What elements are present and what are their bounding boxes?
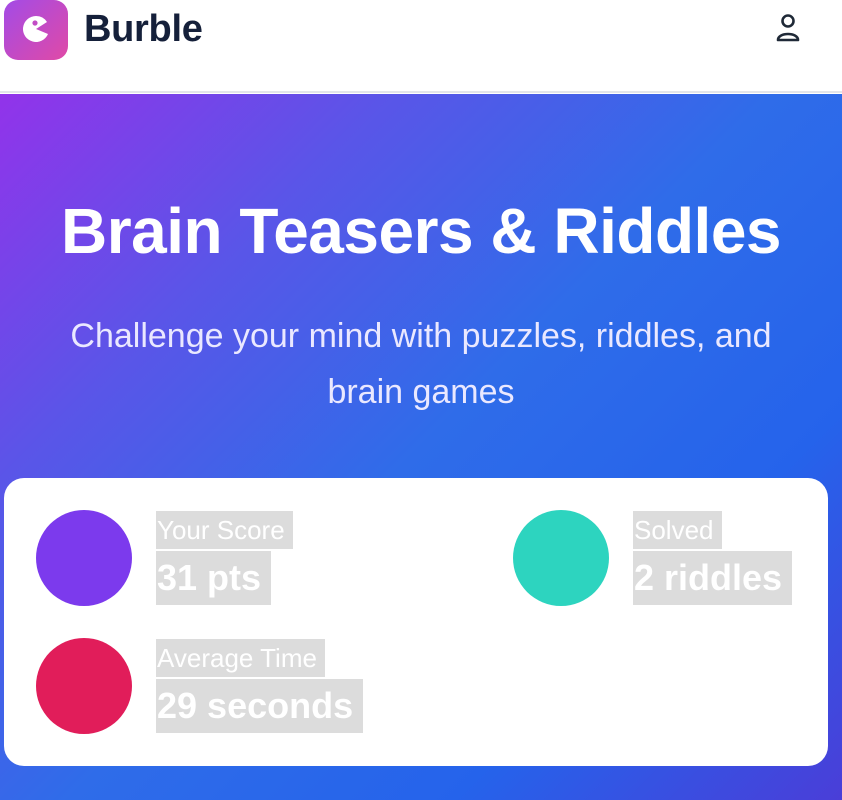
time-indicator-dot: [36, 638, 132, 734]
top-navigation-bar: Burble: [0, 0, 842, 93]
stat-time-value: 29 seconds: [156, 679, 364, 733]
subtitle-line-2: brain games: [327, 373, 515, 411]
user-icon: [776, 14, 800, 42]
stat-solved-value: 2 riddles: [633, 551, 793, 605]
subtitle-line-1: Challenge your mind with puzzles, riddle…: [70, 317, 772, 355]
hero-section: Brain Teasers & Riddles Challenge your m…: [0, 94, 842, 800]
pacman-chat-icon: [23, 15, 48, 43]
user-account-button[interactable]: [770, 10, 806, 46]
stat-solved-label: Solved: [633, 511, 722, 549]
solved-indicator-dot: [513, 510, 609, 606]
page-subtitle: Challenge your mind with puzzles, riddle…: [0, 308, 842, 420]
stat-score-label: Your Score: [156, 511, 293, 549]
stat-time-label: Average Time: [156, 639, 325, 677]
stat-score-value: 31 pts: [156, 551, 272, 605]
app-name[interactable]: Burble: [84, 8, 203, 51]
page-title: Brain Teasers & Riddles: [60, 195, 782, 267]
app-logo[interactable]: [4, 0, 68, 60]
stats-card: Your Score 31 pts Solved 2 riddles Avera…: [4, 478, 828, 766]
score-indicator-dot: [36, 510, 132, 606]
